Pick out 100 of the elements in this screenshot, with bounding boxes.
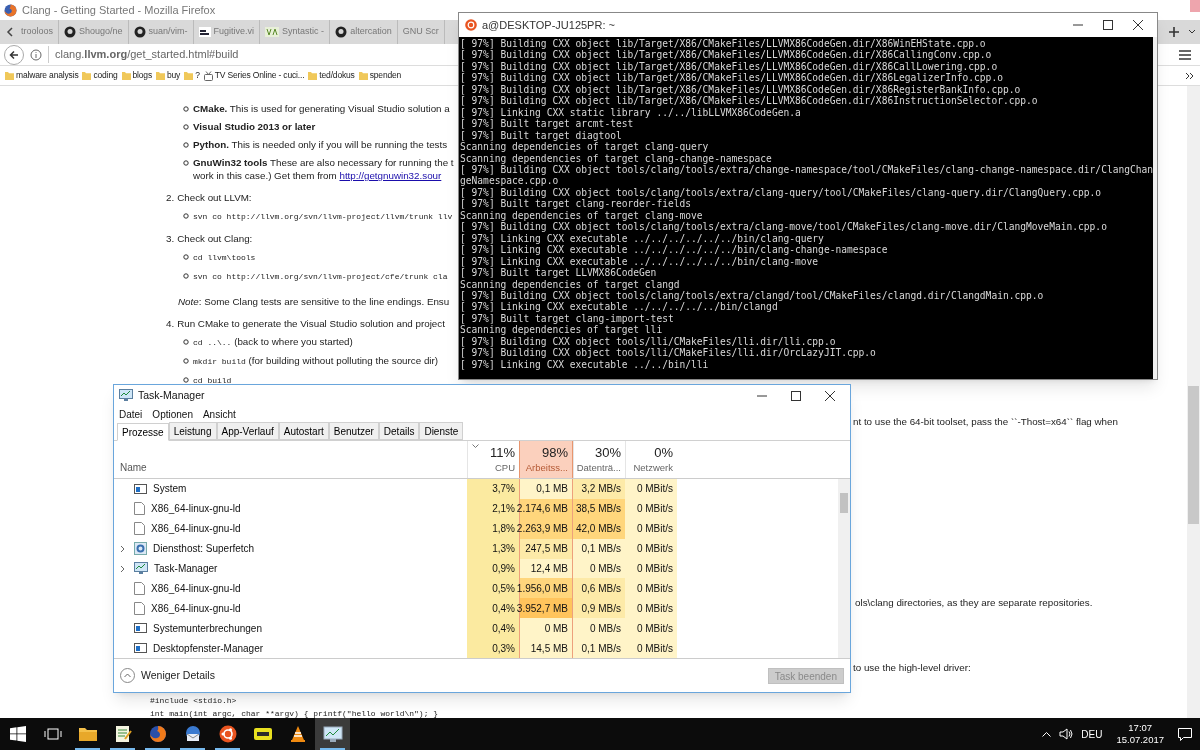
tab[interactable]: Dienste xyxy=(419,422,464,440)
window-icon xyxy=(134,482,147,495)
table-cell: 0,4% xyxy=(467,618,519,639)
caret-down-icon xyxy=(472,444,479,449)
tab[interactable]: App-Verlauf xyxy=(216,422,279,440)
plus-icon[interactable] xyxy=(1168,26,1180,38)
terminal-line: [ 97%] Linking CXX executable ../../../../../../bin/clang-query xyxy=(460,232,825,245)
list-item: Check out Clang: xyxy=(177,232,253,245)
chevron-up-icon[interactable] xyxy=(1042,731,1052,737)
speaker-icon[interactable] xyxy=(1059,728,1074,740)
table-cell: 0 MB xyxy=(519,618,573,639)
usage-percent: 11% xyxy=(489,444,515,461)
process-name[interactable]: X86_64-linux-gnu-ld xyxy=(151,580,241,596)
terminal-line: [ 97%] Linking CXX executable ../../../../../../bin/clang-change-namespace xyxy=(460,244,889,256)
column-header[interactable]: 98% Arbeitss... xyxy=(519,441,573,478)
terminal-line: [ 97%] Building CXX object tools/lli/CMakeFiles/lli.dir/lli.cpp.o xyxy=(460,335,837,348)
process-name[interactable]: Diensthost: Superfetch xyxy=(153,541,255,557)
tab[interactable]: Details xyxy=(378,422,420,440)
collapse-up-icon[interactable] xyxy=(120,668,135,683)
chevron-left-icon[interactable] xyxy=(4,25,16,39)
process-name[interactable]: X86_64-linux-gnu-ld xyxy=(151,600,241,616)
firefox-icon xyxy=(148,725,167,743)
menu-item[interactable]: Optionen xyxy=(152,406,193,422)
table-cell: 0 MB/s xyxy=(573,558,625,579)
maximize-icon[interactable] xyxy=(1103,20,1113,30)
bookmark[interactable]: buy xyxy=(156,69,181,82)
process-name[interactable]: X86_64-linux-gnu-ld xyxy=(151,521,241,537)
list-number: 3. xyxy=(166,232,175,245)
table-cell: 247,5 MB xyxy=(519,538,573,559)
window-title: Clang - Getting Started - Mozilla Firefox xyxy=(22,2,216,18)
menu-item[interactable]: Ansicht xyxy=(202,406,236,422)
bullet-icon xyxy=(183,213,189,219)
table-cell: 0 MBit/s xyxy=(625,479,677,499)
list-number: 2. xyxy=(166,191,175,204)
bookmark[interactable]: TV Series Online - cuci... xyxy=(203,69,305,82)
menu-item[interactable]: Datei xyxy=(119,406,143,422)
letters-icon xyxy=(265,26,280,38)
scrollbar[interactable] xyxy=(1187,86,1200,718)
expand-chevron-icon[interactable] xyxy=(120,564,126,573)
list-item: Check out LLVM: xyxy=(177,191,252,204)
bookmark[interactable]: spenden xyxy=(358,69,402,82)
process-name[interactable]: Systemunterbrechungen xyxy=(153,620,262,636)
table-cell: 14,5 MB xyxy=(519,638,573,658)
process-name[interactable]: System xyxy=(153,481,187,497)
paragraph-fragment: ols\clang directories, as they are separate repositories. xyxy=(855,595,1093,610)
close-icon[interactable] xyxy=(1133,20,1143,30)
menu-icon[interactable] xyxy=(1178,48,1192,61)
taskbar-button[interactable] xyxy=(315,718,350,750)
tab[interactable]: Prozesse xyxy=(117,423,169,441)
usage-percent: 98% xyxy=(541,444,568,461)
folder-icon xyxy=(82,71,92,80)
clock[interactable]: 17:07 15.07.2017 xyxy=(1110,722,1170,746)
bookmark[interactable]: ted/dokus xyxy=(308,69,355,82)
folder-icon xyxy=(156,71,165,80)
table-cell: 0,9% xyxy=(467,558,519,579)
tab[interactable]: Autostart xyxy=(278,422,329,440)
expand-chevron-icon[interactable] xyxy=(120,544,126,553)
list-item: mkdir build (for building without polluting the source dir) xyxy=(193,354,439,368)
file-icon xyxy=(134,601,145,615)
caret-down-icon[interactable] xyxy=(1188,28,1196,36)
tab[interactable]: Benutzer xyxy=(328,422,379,440)
table-cell: 0 MBit/s xyxy=(625,558,677,579)
table-cell: 1.956,0 MB xyxy=(519,578,573,599)
double-chevron-icon[interactable] xyxy=(1185,70,1195,81)
bookmark[interactable]: coding xyxy=(82,69,118,82)
column-header[interactable]: Name xyxy=(120,460,147,475)
window-icon xyxy=(134,642,147,655)
process-name[interactable]: X86_64-linux-gnu-ld xyxy=(151,501,241,517)
close-icon[interactable] xyxy=(825,390,835,401)
bookmark[interactable]: malware analysis xyxy=(5,69,79,82)
terminal-line: geNamespace.cpp.o xyxy=(460,175,560,187)
terminal-line: Scanning dependencies of target clang-move xyxy=(460,209,704,222)
code-line: #include <stdio.h> xyxy=(150,695,237,708)
table-cell: 0,6 MB/s xyxy=(573,578,625,599)
info-icon xyxy=(30,48,42,61)
process-name[interactable]: Task-Manager xyxy=(154,561,218,576)
scrollbar[interactable] xyxy=(838,479,850,658)
terminal-line: [ 97%] Building CXX object tools/clang/tools/extra/clang-query/tool/CMakeFiles/clang-query.dir/ClangQuery.cpp.o xyxy=(460,186,1103,199)
notepad-icon xyxy=(113,725,132,743)
scrollbar[interactable] xyxy=(1153,37,1157,379)
table-cell: 0 MBit/s xyxy=(625,598,677,619)
fewer-details-link[interactable]: Weniger Details xyxy=(141,667,215,684)
tab[interactable]: Leistung xyxy=(168,422,217,440)
terminal-line: [ 97%] Building CXX object tools/clang/tools/extra/change-namespace/tool/CMakeFiles/clang-change-namespace.dir/ClangChan xyxy=(460,164,1154,176)
table-cell: 0,9 MB/s xyxy=(573,598,625,619)
link[interactable]: http://getgnuwin32.sour xyxy=(339,170,442,181)
maximize-icon[interactable] xyxy=(791,390,801,401)
column-header[interactable]: 30% Datenträ... xyxy=(573,441,625,478)
table-cell: 0,1 MB/s xyxy=(573,538,625,559)
notification-icon[interactable] xyxy=(1178,727,1192,741)
bookmark[interactable]: blogs xyxy=(121,69,152,82)
list-item: Run CMake to generate the Visual Studio solution and project xyxy=(177,317,445,330)
url-field[interactable]: clang.llvm.org/get_started.html#build xyxy=(48,46,239,63)
bookmark[interactable]: ? xyxy=(184,69,200,82)
list-item: Visual Studio 2013 or later xyxy=(193,120,316,133)
process-name[interactable]: Desktopfenster-Manager xyxy=(153,640,264,656)
folder-icon xyxy=(184,71,194,80)
column-header[interactable]: 0% Netzwerk xyxy=(625,441,677,478)
column-label: CPU xyxy=(494,460,515,475)
language-indicator[interactable]: DEU xyxy=(1081,726,1103,742)
